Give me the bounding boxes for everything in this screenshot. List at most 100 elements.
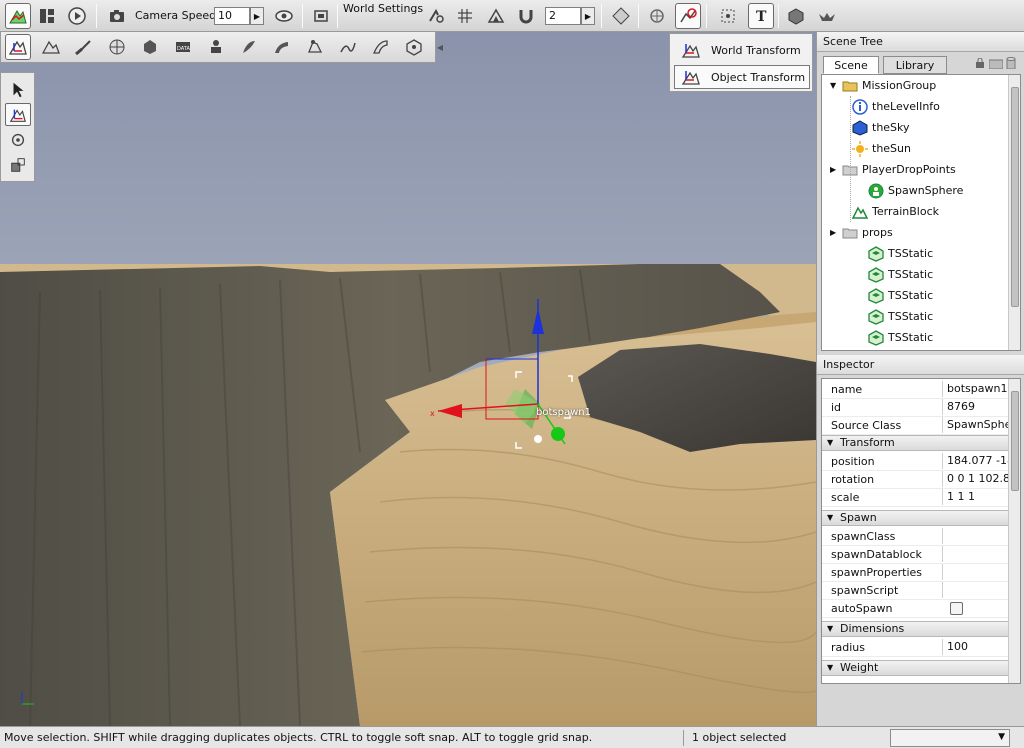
field-value[interactable]: 1 1 1 [942,489,1010,505]
tree-item-label: theLevelInfo [872,100,940,113]
rotate-gizmo-icon[interactable] [5,128,31,151]
new-folder-icon[interactable] [988,59,1004,70]
terrain-icon [852,204,872,220]
shape-editor-icon[interactable] [401,34,427,60]
tree-item-label: SpawnSphere [888,184,964,197]
road-editor-icon[interactable] [368,34,394,60]
play-icon[interactable] [64,3,90,29]
scale-gizmo-icon[interactable] [5,153,31,176]
bounds-icon[interactable] [715,3,741,29]
river-editor-icon[interactable] [335,34,361,60]
world-settings-label[interactable]: World Settings [343,2,423,15]
snap-size-spinner[interactable]: ▶ [581,7,595,25]
mesh-road-icon[interactable] [302,34,328,60]
delete-icon[interactable] [1006,57,1016,70]
tree-item[interactable]: TerrainBlock [852,201,939,222]
inspector-group[interactable]: ▼ Weight [822,660,1010,676]
field-value[interactable]: SpawnSphere [942,417,1010,433]
snap-size-input[interactable]: 2 [545,7,581,25]
toolbar-separator [601,4,602,28]
selection-count: 1 object selected [692,731,787,744]
expand-right-icon[interactable]: ▶ [830,165,838,174]
forest-editor-icon[interactable] [269,34,295,60]
world-transform-option[interactable]: World Transform [674,38,810,62]
lock-icon[interactable] [975,57,985,68]
tree-item[interactable]: TSStatic [868,327,933,348]
autospawn-checkbox[interactable] [950,602,963,615]
field-value[interactable] [942,582,1010,598]
inspector-title: Inspector [817,355,1024,375]
tree-item[interactable]: SpawnSphere [868,180,963,201]
camera-speed-spinner[interactable]: ▶ [250,7,264,25]
object-editor-icon[interactable] [5,34,31,60]
snap-icon[interactable] [423,3,449,29]
tree-item[interactable]: theLevelInfo [852,96,940,117]
status-dropdown[interactable]: ▼ [890,729,1010,747]
datablock-editor-icon[interactable]: DATA [170,34,196,60]
terrain-scene [0,32,816,726]
tree-item[interactable]: TSStatic [868,306,933,327]
tree-item[interactable]: ▼ MissionGroup [830,75,936,96]
tree-item[interactable]: TSStatic [868,243,933,264]
terrain-editor-icon[interactable] [38,34,64,60]
static-shape-icon [868,287,888,304]
move-gizmo[interactable] [420,294,590,464]
field-label: scale [831,491,860,504]
field-value[interactable]: 100 [942,639,1010,655]
field-value[interactable] [942,564,1010,580]
select-arrow-icon[interactable] [5,78,31,101]
expand-down-icon[interactable]: ▼ [830,81,838,90]
collapse-icon: ▼ [827,513,834,522]
magnet-icon[interactable] [513,3,539,29]
eye-icon[interactable] [271,3,297,29]
inspector-group[interactable]: ▼ Spawn [822,510,1010,526]
object-transform-option[interactable]: Object Transform [674,65,810,89]
collapse-toolbar-button[interactable]: ◀ [436,32,444,63]
center-icon[interactable] [644,3,670,29]
tree-item[interactable]: theSky [852,117,910,138]
terrain-painter-icon[interactable] [71,34,97,60]
inspector-field: spawnScript [822,582,1010,600]
field-value[interactable]: 8769 [942,399,1010,415]
particle-editor-icon[interactable] [203,34,229,60]
field-value[interactable]: 0 0 1 102.84 [942,471,1010,487]
inspector-field: spawnDatablock [822,546,1010,564]
object-snap-icon[interactable] [483,3,509,29]
material-editor-icon[interactable] [104,34,130,60]
tree-item[interactable]: TSStatic [868,285,933,306]
camera-icon[interactable] [104,3,130,29]
transform-icon[interactable] [608,3,634,29]
tree-item-label: PlayerDropPoints [862,163,956,176]
tree-item[interactable]: theSun [852,138,911,159]
inspector-scrollbar[interactable] [1008,379,1020,683]
tree-item[interactable]: ▶ props [830,222,893,243]
decal-editor-icon[interactable] [236,34,262,60]
tree-scrollbar[interactable] [1008,75,1020,350]
sky-icon [852,119,872,136]
text-icon[interactable]: T [748,3,774,29]
tree-item[interactable]: TSStatic [868,264,933,285]
tree-item[interactable]: ▶ PlayerDropPoints [830,159,956,180]
field-value[interactable] [942,528,1010,544]
move-gizmo-icon[interactable] [5,103,31,126]
world-editor-icon[interactable] [5,3,31,29]
tab-scene[interactable]: Scene [823,56,879,74]
inspector-group[interactable]: ▼ Dimensions [822,621,1010,637]
tool-palette [0,72,35,182]
camera-speed-input[interactable]: 10 [214,7,250,25]
screenshot-icon[interactable] [308,3,334,29]
bats-icon[interactable] [814,3,840,29]
grid-icon[interactable] [452,3,478,29]
expand-right-icon[interactable]: ▶ [830,228,838,237]
selection-icon[interactable] [675,3,701,29]
folder-icon [842,162,862,178]
field-value[interactable]: botspawn1 [942,381,1010,397]
3d-viewport[interactable]: botspawn1 x [0,32,816,726]
tab-library[interactable]: Library [883,56,947,74]
field-value[interactable]: 184.077 -18 [942,453,1010,469]
field-value[interactable] [942,546,1010,562]
layout-icon[interactable] [34,3,60,29]
inspector-group[interactable]: ▼ Transform [822,435,1010,451]
mesh-icon[interactable] [783,3,809,29]
sketch-tool-icon[interactable] [137,34,163,60]
